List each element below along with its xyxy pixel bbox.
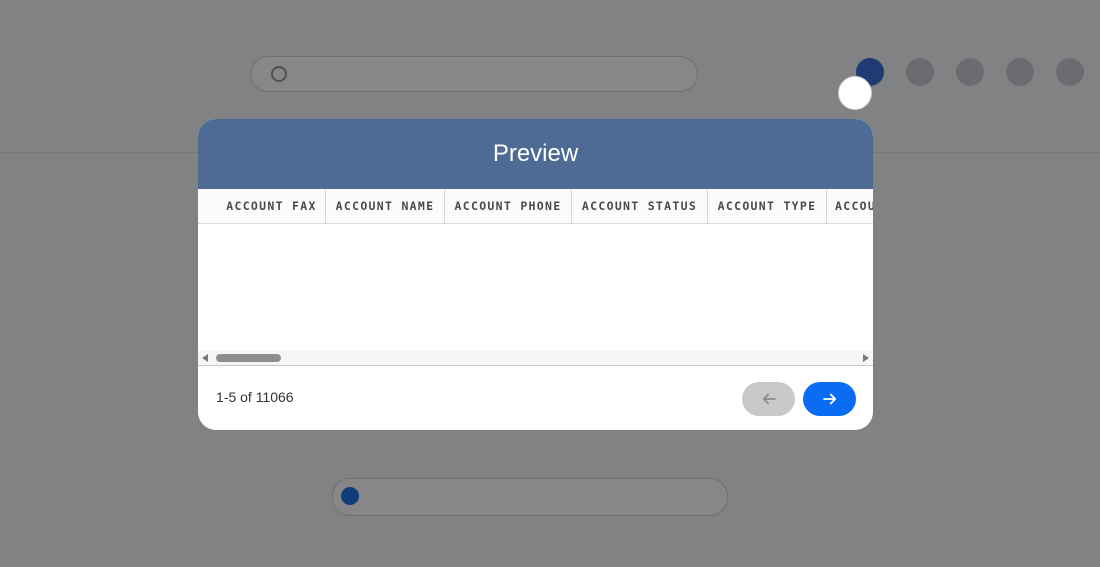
modal-title: Preview [492, 140, 579, 167]
scroll-right-arrow-icon[interactable] [863, 354, 869, 362]
arrow-left-icon [762, 393, 776, 405]
arrow-right-icon [822, 393, 836, 405]
column-header-account-type[interactable]: ACCOUNT TYPE [708, 189, 827, 223]
close-button[interactable] [838, 76, 872, 110]
column-header-truncated[interactable]: ACCOU [827, 189, 873, 223]
preview-table: ACCOUNT FAX ACCOUNT NAME ACCOUNT PHONE A… [198, 189, 873, 366]
next-page-button[interactable] [803, 382, 856, 416]
scrollbar-thumb[interactable] [216, 354, 281, 362]
preview-modal: Preview ACCOUNT FAX ACCOUNT NAME ACCOUNT… [198, 119, 873, 430]
column-header-account-status[interactable]: ACCOUNT STATUS [572, 189, 708, 223]
modal-header: Preview [198, 119, 873, 189]
scroll-left-arrow-icon[interactable] [202, 354, 208, 362]
column-header-account-fax[interactable]: ACCOUNT FAX [198, 189, 326, 223]
modal-footer: 1-5 of 11066 [198, 366, 873, 430]
column-header-account-name[interactable]: ACCOUNT NAME [326, 189, 445, 223]
horizontal-scrollbar[interactable] [198, 351, 873, 365]
previous-page-button[interactable] [742, 382, 795, 416]
column-header-account-phone[interactable]: ACCOUNT PHONE [445, 189, 572, 223]
pagination-count: 1-5 of 11066 [216, 389, 294, 405]
table-header: ACCOUNT FAX ACCOUNT NAME ACCOUNT PHONE A… [198, 189, 873, 224]
